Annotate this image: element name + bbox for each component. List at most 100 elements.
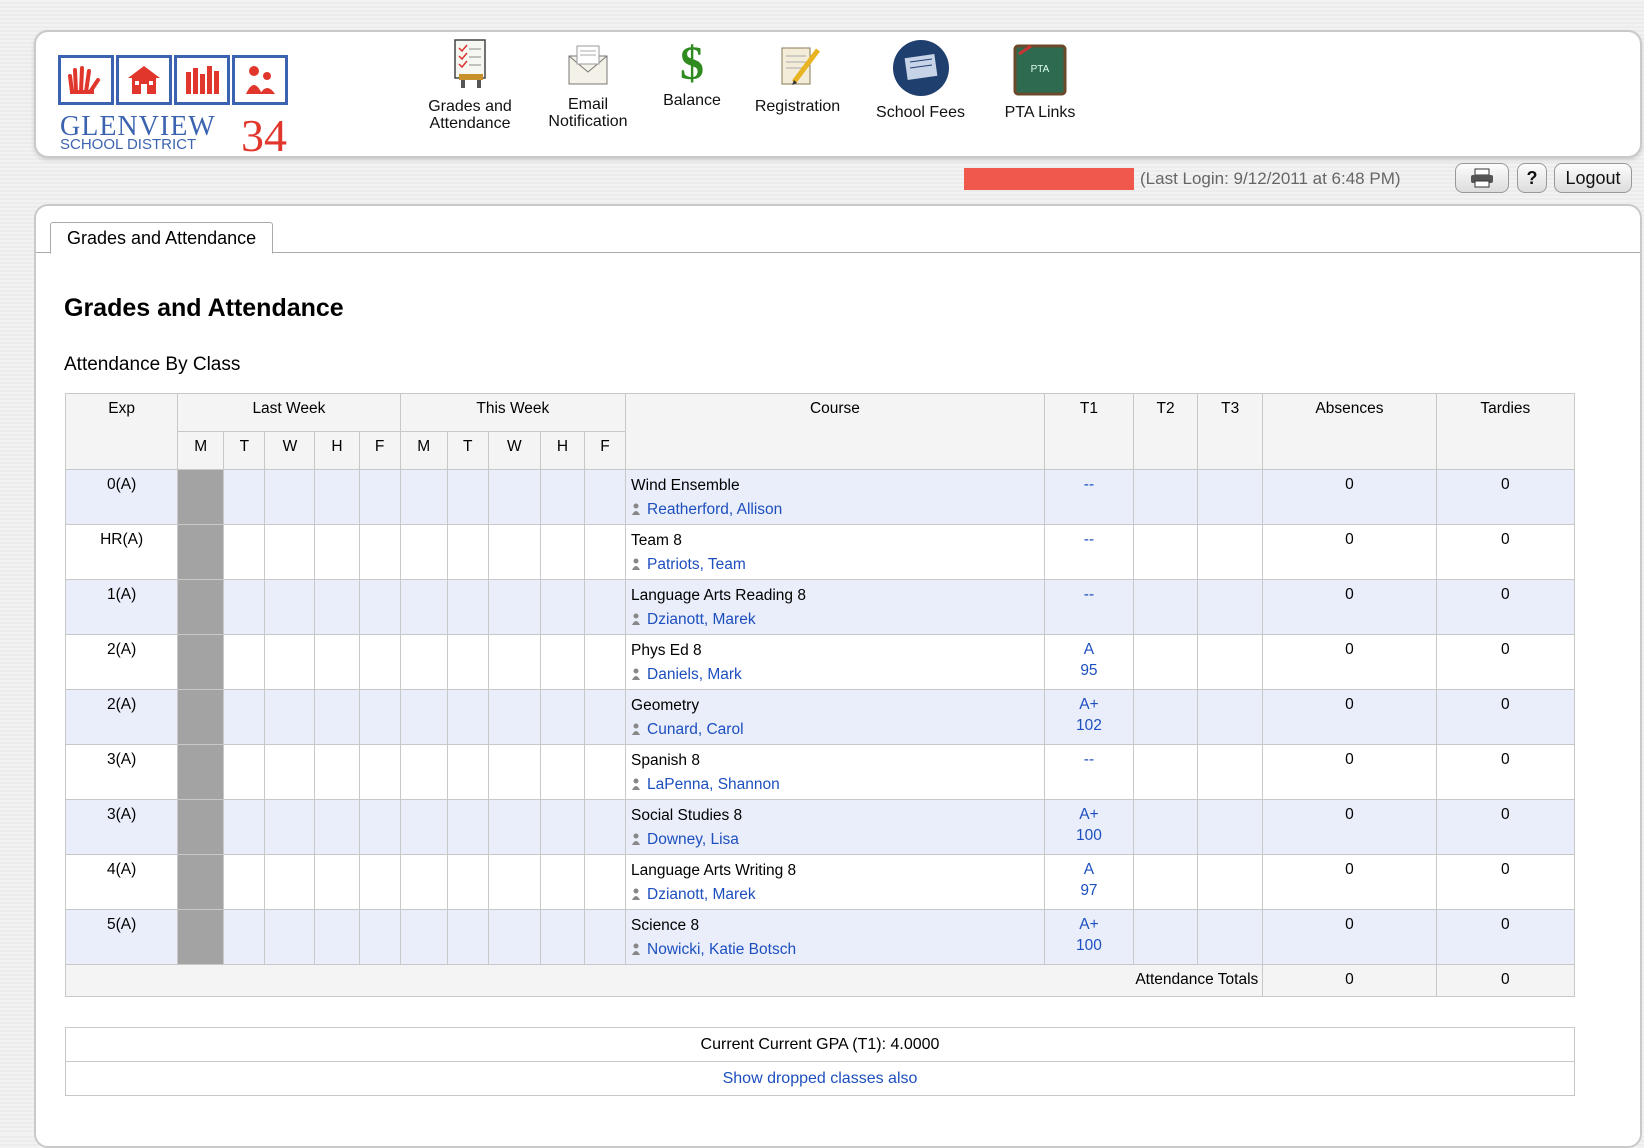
totals-tardies: 0	[1435, 964, 1576, 997]
nav-label-line2: Notification	[548, 113, 628, 130]
teacher-link[interactable]: Downey, Lisa	[647, 831, 739, 848]
teacher-icon	[632, 833, 641, 845]
attendance-day-cell	[223, 579, 266, 635]
absences-cell: 0	[1262, 799, 1437, 855]
teacher-link[interactable]: Dzianott, Marek	[647, 611, 756, 628]
exp-cell: 3(A)	[64, 799, 179, 855]
t1-grade-letter[interactable]: A+	[1046, 914, 1132, 935]
teacher-link[interactable]: Nowicki, Katie Botsch	[647, 941, 796, 958]
header-day: M	[399, 431, 448, 470]
t1-grade-letter[interactable]: A	[1046, 639, 1132, 660]
teacher-link[interactable]: Reatherford, Allison	[647, 501, 782, 518]
t1-grade-cell[interactable]: --	[1043, 744, 1135, 800]
t1-grade-score[interactable]: 102	[1046, 715, 1132, 736]
gpa-text: Current Current GPA (T1): 4.0000	[65, 1027, 1575, 1062]
attendance-day-cell	[264, 689, 316, 745]
t1-grade-letter[interactable]: A	[1046, 859, 1132, 880]
schoolhouse-icon	[116, 55, 172, 105]
attendance-day-cell	[358, 854, 401, 910]
attendance-day-cell	[487, 469, 541, 525]
help-button[interactable]: ?	[1517, 163, 1547, 193]
exp-cell: 1(A)	[64, 579, 179, 635]
t1-grade-letter[interactable]: A+	[1046, 694, 1132, 715]
t3-grade-cell	[1197, 524, 1264, 580]
district-logo[interactable]: GLENVIEW SCHOOL DISTRICT 34	[58, 55, 303, 159]
teacher-icon	[632, 558, 641, 570]
course-cell: Social Studies 8 Downey, Lisa	[625, 799, 1045, 855]
attendance-day-cell	[446, 689, 489, 745]
absences-cell: 0	[1262, 744, 1437, 800]
attendance-day-cell	[399, 799, 448, 855]
t3-grade-cell	[1197, 634, 1264, 690]
tardies-cell: 0	[1435, 469, 1576, 525]
header-day: T	[446, 431, 489, 470]
t2-grade-cell	[1133, 744, 1199, 800]
t1-grade-cell[interactable]: --	[1043, 469, 1135, 525]
t1-grade-score[interactable]: 97	[1046, 880, 1132, 901]
tardies-cell: 0	[1435, 689, 1576, 745]
t1-grade-score[interactable]: 100	[1046, 935, 1132, 956]
t2-grade-cell	[1133, 854, 1199, 910]
tab-grades-attendance[interactable]: Grades and Attendance	[50, 222, 274, 254]
absences-cell: 0	[1262, 634, 1437, 690]
t1-grade-cell[interactable]: A 95	[1043, 634, 1135, 690]
attendance-day-cell	[177, 579, 225, 635]
teacher-link[interactable]: LaPenna, Shannon	[647, 776, 780, 793]
course-name: Wind Ensemble	[631, 477, 740, 494]
attendance-day-cell	[583, 909, 627, 965]
attendance-day-cell	[446, 524, 489, 580]
teacher-link[interactable]: Daniels, Mark	[647, 666, 742, 683]
nav-grades-attendance[interactable]: Grades and Attendance	[420, 38, 520, 132]
t1-grade-letter[interactable]: --	[1046, 474, 1132, 495]
course-cell: Team 8 Patriots, Team	[625, 524, 1045, 580]
t1-grade-cell[interactable]: A 97	[1043, 854, 1135, 910]
attendance-day-cell	[177, 634, 225, 690]
course-name: Language Arts Writing 8	[631, 862, 797, 879]
t1-grade-score[interactable]: 100	[1046, 825, 1132, 846]
attendance-day-cell	[264, 744, 316, 800]
t1-grade-cell[interactable]: A+ 102	[1043, 689, 1135, 745]
attendance-day-cell	[539, 909, 585, 965]
attendance-day-cell	[264, 469, 316, 525]
nav-balance[interactable]: $ Balance	[655, 40, 729, 110]
attendance-day-cell	[583, 579, 627, 635]
attendance-day-cell	[399, 689, 448, 745]
t1-grade-letter[interactable]: A+	[1046, 804, 1132, 825]
header-day: H	[314, 431, 360, 470]
attendance-day-cell	[177, 799, 225, 855]
attendance-day-cell	[583, 799, 627, 855]
t1-grade-letter[interactable]: --	[1046, 584, 1132, 605]
attendance-day-cell	[264, 634, 316, 690]
tardies-cell: 0	[1435, 524, 1576, 580]
t1-grade-cell[interactable]: A+ 100	[1043, 909, 1135, 965]
t3-grade-cell	[1197, 579, 1264, 635]
teacher-link[interactable]: Dzianott, Marek	[647, 886, 756, 903]
t1-grade-letter[interactable]: --	[1046, 749, 1132, 770]
print-button[interactable]	[1455, 163, 1509, 193]
teacher-link[interactable]: Cunard, Carol	[647, 721, 744, 738]
t1-grade-cell[interactable]: --	[1043, 579, 1135, 635]
t1-grade-cell[interactable]: A+ 100	[1043, 799, 1135, 855]
attendance-day-cell	[358, 909, 401, 965]
t1-grade-letter[interactable]: --	[1046, 529, 1132, 550]
attendance-day-cell	[446, 744, 489, 800]
nav-pta-links[interactable]: PTA PTA Links	[990, 44, 1090, 121]
attendance-day-cell	[399, 579, 448, 635]
attendance-day-cell	[177, 909, 225, 965]
t1-grade-score[interactable]: 95	[1046, 660, 1132, 681]
logout-button[interactable]: Logout	[1554, 163, 1632, 193]
nav-registration[interactable]: Registration	[745, 42, 850, 115]
attendance-day-cell	[446, 799, 489, 855]
teacher-link[interactable]: Patriots, Team	[647, 556, 746, 573]
table-row: 3(A) Social Studies 8 Downey, Lisa A+ 10…	[64, 799, 1576, 855]
logo-subname: SCHOOL DISTRICT	[60, 136, 197, 153]
t1-grade-cell[interactable]: --	[1043, 524, 1135, 580]
table-row: 0(A) Wind Ensemble Reatherford, Allison …	[64, 469, 1576, 525]
attendance-day-cell	[583, 854, 627, 910]
header-absences: Absences	[1262, 393, 1437, 470]
header-tardies: Tardies	[1435, 393, 1576, 470]
show-dropped-classes-link[interactable]: Show dropped classes also	[723, 1070, 918, 1087]
nav-school-fees[interactable]: School Fees	[868, 40, 973, 121]
exp-cell: 4(A)	[64, 854, 179, 910]
nav-email-notification[interactable]: Email Notification	[538, 42, 638, 130]
